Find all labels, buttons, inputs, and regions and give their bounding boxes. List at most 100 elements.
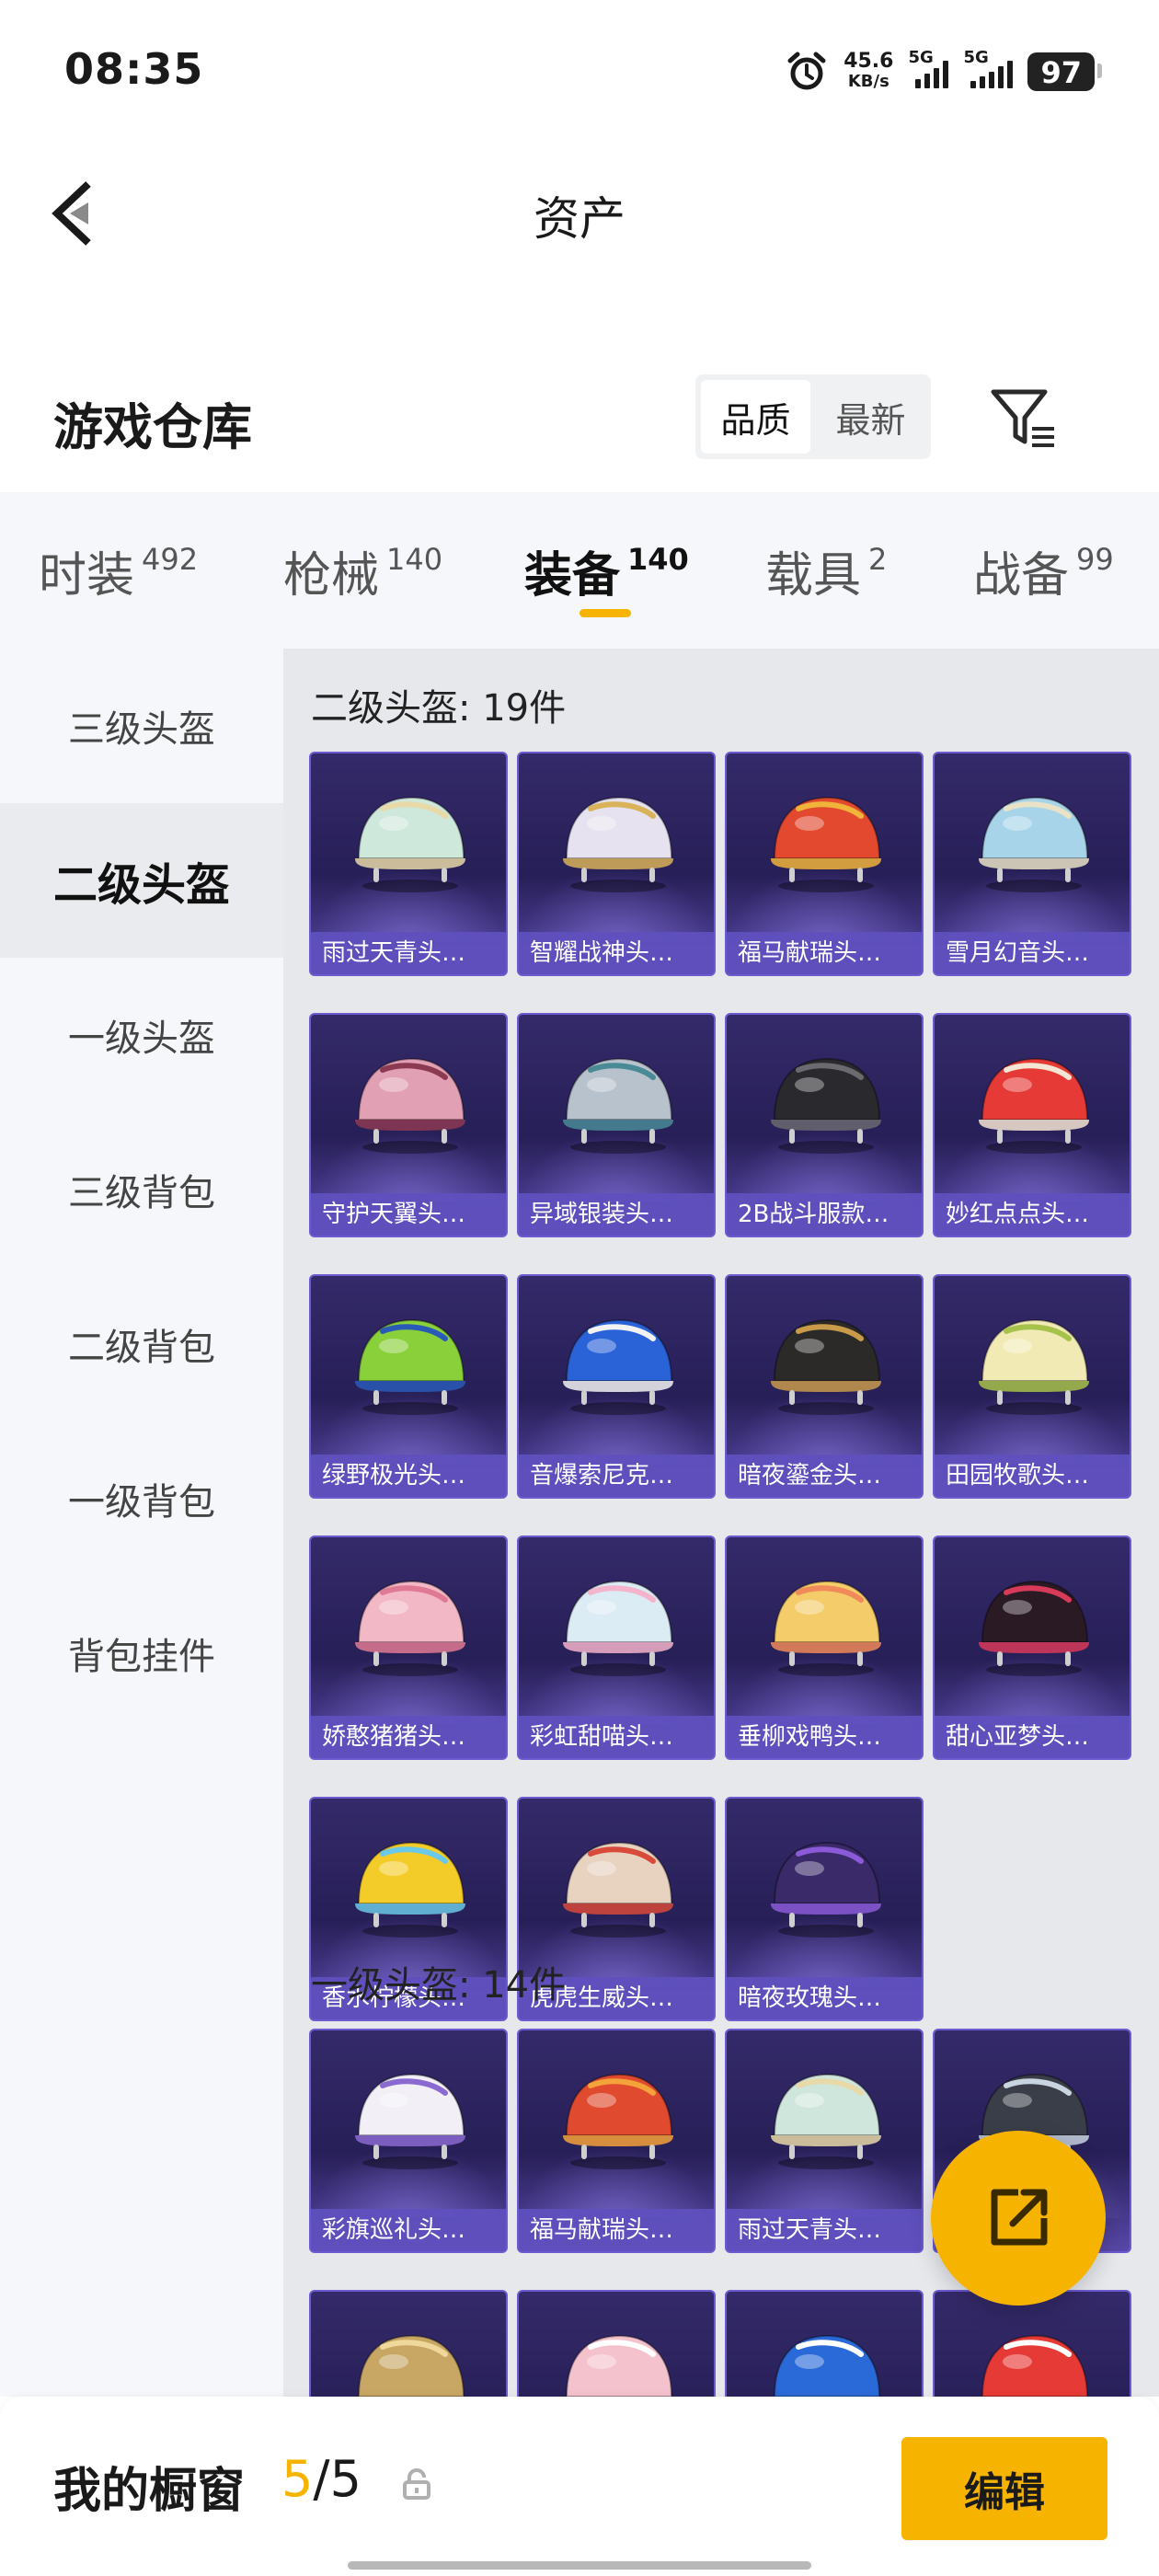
signal-label-1: 5G — [908, 48, 934, 67]
helmet-icon — [771, 1841, 881, 1938]
sidebar-item-backpack-charm[interactable]: 背包挂件 — [0, 1576, 283, 1731]
helmet-item-card[interactable]: 娇憨猪猪头… — [309, 1535, 508, 1760]
helmet-item-card[interactable] — [517, 2290, 716, 2397]
helmet-item-card[interactable]: 彩旗巡礼头… — [309, 2029, 508, 2253]
helmet-icon — [979, 1057, 1089, 1154]
helmet-icon — [563, 1841, 673, 1938]
helmet-item-card[interactable]: 异域银装头… — [517, 1013, 716, 1237]
helmet-icon — [771, 1057, 881, 1154]
sidebar-item-level1-helmet[interactable]: 一级头盔 — [0, 958, 283, 1112]
helmet-item-card[interactable]: 音爆索尼克… — [517, 1274, 716, 1499]
item-name: 暗夜鎏金头… — [727, 1455, 922, 1497]
item-name: 守护天翼头… — [311, 1193, 506, 1236]
helmet-item-card[interactable]: 守护天翼头… — [309, 1013, 508, 1237]
network-speed: 45.6 KB/s — [843, 52, 893, 92]
sort-toggle: 品质 最新 — [695, 374, 931, 459]
helmet-item-card[interactable]: 雨过天青头… — [309, 752, 508, 976]
item-name: 妙红点点头… — [935, 1193, 1130, 1236]
showcase-count-separator: / — [313, 2450, 330, 2508]
item-name: 雨过天青头… — [311, 932, 506, 974]
sort-quality-button[interactable]: 品质 — [701, 380, 810, 454]
tab-equipment[interactable]: 装备 140 — [524, 536, 689, 605]
alarm-icon — [787, 52, 826, 90]
item-name: 雨过天青头… — [727, 2209, 922, 2251]
helmet-item-card[interactable]: 2B战斗服款… — [725, 1013, 924, 1237]
share-button[interactable] — [931, 2131, 1106, 2306]
filter-icon[interactable] — [986, 381, 1060, 454]
signal-label-2: 5G — [963, 48, 989, 67]
helmet-icon — [771, 796, 881, 892]
tab-equipment-count: 140 — [627, 542, 689, 577]
tab-weapons-count: 140 — [386, 542, 443, 577]
helmet-icon — [771, 1580, 881, 1676]
showcase-count: 5/5 — [281, 2450, 361, 2508]
sidebar-item-level2-helmet[interactable]: 二级头盔 — [0, 803, 283, 958]
helmet-icon — [355, 796, 465, 892]
tab-vehicles[interactable]: 载具 2 — [765, 536, 887, 605]
tab-supplies-label: 战备 — [973, 548, 1070, 604]
helmet-icon — [981, 2334, 1089, 2397]
status-icons: 45.6 KB/s 5G 5G 97 — [785, 46, 1102, 98]
edit-button[interactable]: 编辑 — [901, 2437, 1107, 2540]
sidebar-item-level2-backpack[interactable]: 二级背包 — [0, 1267, 283, 1421]
item-name: 暗夜玫瑰头… — [727, 1977, 922, 2019]
section-title-level1: 一级头盔: 14件 — [311, 1964, 567, 2007]
tab-fashion[interactable]: 时装 492 — [39, 536, 198, 605]
helmet-icon — [565, 2334, 673, 2397]
sort-latest-button[interactable]: 最新 — [816, 380, 925, 454]
helmet-item-card[interactable]: 福马献瑞头… — [725, 752, 924, 976]
share-external-icon — [991, 2189, 1048, 2246]
warehouse-header: 游戏仓库 品质 最新 — [0, 359, 1159, 478]
sidebar-item-level3-backpack[interactable]: 三级背包 — [0, 1112, 283, 1267]
showcase-count-current: 5 — [281, 2450, 314, 2508]
app-header: 资产 — [0, 138, 1159, 285]
helmet-icon — [563, 1580, 673, 1676]
helmet-item-card[interactable] — [933, 2290, 1131, 2397]
sidebar-item-level1-backpack[interactable]: 一级背包 — [0, 1421, 283, 1576]
helmet-item-card[interactable]: 智耀战神头… — [517, 752, 716, 976]
helmet-item-card[interactable]: 暗夜玫瑰头… — [725, 1797, 924, 2021]
helmet-item-card[interactable]: 垂柳戏鸭头… — [725, 1535, 924, 1760]
tab-equipment-label: 装备 — [524, 548, 621, 604]
item-name: 娇憨猪猪头… — [311, 1716, 506, 1758]
tab-vehicles-label: 载具 — [765, 548, 862, 604]
helmet-icon — [979, 796, 1089, 892]
network-speed-value: 45.6 — [843, 50, 894, 73]
helmet-item-card[interactable]: 彩虹甜喵头… — [517, 1535, 716, 1760]
helmet-item-card[interactable]: 甜心亚梦头… — [933, 1535, 1131, 1760]
helmet-icon — [979, 1318, 1089, 1415]
helmet-item-card[interactable]: 雨过天青头… — [725, 2029, 924, 2253]
item-name: 绿野极光头… — [311, 1455, 506, 1497]
tab-vehicles-count: 2 — [868, 542, 888, 577]
status-bar: 08:35 45.6 KB/s 5G 5G 97 — [0, 0, 1159, 138]
helmet-icon — [563, 1057, 673, 1154]
helmet-icon — [979, 1580, 1089, 1676]
tab-fashion-count: 492 — [142, 542, 199, 577]
signal-icon-1: 5G — [908, 48, 949, 88]
helmet-item-card[interactable]: 福马献瑞头… — [517, 2029, 716, 2253]
page-title: 资产 — [534, 192, 625, 246]
helmet-item-card[interactable]: 田园牧歌头… — [933, 1274, 1131, 1499]
tab-weapons[interactable]: 枪械 140 — [283, 536, 442, 605]
tab-weapons-label: 枪械 — [283, 548, 380, 604]
helmet-icon — [563, 1318, 673, 1415]
item-name: 福马献瑞头… — [727, 932, 922, 974]
item-name: 异域银装头… — [519, 1193, 714, 1236]
helmet-item-card[interactable]: 绿野极光头… — [309, 1274, 508, 1499]
helmet-item-card[interactable]: 雪月幻音头… — [933, 752, 1131, 976]
showcase-label: 我的橱窗 — [53, 2464, 246, 2519]
helmet-icon — [357, 2334, 465, 2397]
item-name: 福马献瑞头… — [519, 2209, 714, 2251]
helmet-item-card[interactable] — [309, 2290, 508, 2397]
tab-supplies[interactable]: 战备 99 — [973, 536, 1114, 605]
sidebar-item-level3-helmet[interactable]: 三级头盔 — [0, 649, 283, 803]
helmet-icon — [773, 2334, 881, 2397]
helmet-item-card[interactable]: 暗夜鎏金头… — [725, 1274, 924, 1499]
category-tabs: 时装 492 枪械 140 装备 140 载具 2 战备 99 — [0, 492, 1159, 649]
helmet-item-card[interactable] — [725, 2290, 924, 2397]
active-tab-indicator — [580, 609, 631, 617]
helmet-icon — [563, 796, 673, 892]
item-name: 甜心亚梦头… — [935, 1716, 1130, 1758]
helmet-item-card[interactable]: 妙红点点头… — [933, 1013, 1131, 1237]
item-name: 彩虹甜喵头… — [519, 1716, 714, 1758]
